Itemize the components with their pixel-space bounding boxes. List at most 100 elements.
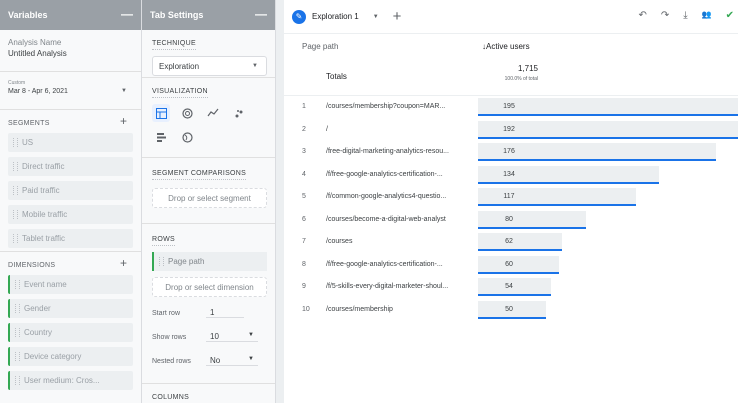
visualization-title: VISUALIZATION [152,88,208,98]
page-path-cell: /courses/become-a-digital-web-analyst [326,215,446,223]
panel-gutter [276,0,284,403]
totals-value: 1,715 [517,64,538,73]
table-row[interactable]: 6/courses/become-a-digital-web-analyst 80 [284,209,738,232]
exploration-canvas: ✎ Exploration 1 ▼ + ↶ ↷ ⤓ 👥 ✔ Page path … [284,0,738,403]
exploration-tab-name[interactable]: Exploration 1 [312,12,359,21]
segment-chip-mobile[interactable]: Mobile traffic [8,205,133,224]
active-users-cell: 192 [503,125,515,133]
row-number: 3 [302,148,306,155]
table-viz-icon[interactable] [152,104,170,122]
analysis-name-field[interactable]: Untitled Analysis [8,49,133,58]
row-number: 8 [302,260,306,268]
row-number: 1 [302,103,306,110]
chevron-down-icon: ▼ [248,356,254,362]
dimension-chip-user-medium[interactable]: User medium: Cros... [8,371,133,390]
columns-title: COLUMNS [152,394,189,403]
tab-settings-title: Tab Settings [150,10,204,20]
add-dimension-button[interactable]: + [120,257,127,269]
check-icon[interactable]: ✔ [726,10,734,21]
nested-rows-select[interactable]: No ▼ [206,356,258,366]
tab-dropdown-icon[interactable]: ▼ [373,14,379,20]
analysis-name-label: Analysis Name [8,38,62,47]
active-users-cell: 117 [503,193,515,200]
table-row[interactable]: 3/free-digital-marketing-analytics-resou… [284,141,738,164]
chevron-down-icon: ▼ [248,332,254,338]
totals-percent: 100.0% of total [504,76,538,82]
technique-section: TECHNIQUE Exploration ▼ [142,30,275,78]
download-icon[interactable]: ⤓ [683,10,687,21]
segment-chip-tablet[interactable]: Tablet traffic [8,229,133,248]
row-chip-page-path[interactable]: Page path [152,252,267,271]
row-number: 2 [302,125,306,133]
page-path-cell: /f/free-google-analytics-certification-.… [326,170,443,178]
dimension-chip-country[interactable]: Country [8,323,133,342]
start-row-input[interactable]: 1 [206,308,244,318]
show-rows-setting: Show rows 10 ▼ [152,329,267,345]
table-row[interactable]: 5/f/common-google-analytics4-questio... 1… [284,186,738,209]
columns-section: COLUMNS [142,384,275,403]
technique-select[interactable]: Exploration ▼ [152,56,267,76]
exploration-tab-bar: ✎ Exploration 1 ▼ + ↶ ↷ ⤓ 👥 ✔ [284,0,738,34]
totals-row: Totals 1,715 100.0% of total [284,56,738,96]
active-users-cell: 195 [503,103,515,110]
table-row[interactable]: 7/courses 62 [284,231,738,254]
dimension-chip-gender[interactable]: Gender [8,299,133,318]
nested-rows-value: No [210,356,221,365]
segment-chip-direct[interactable]: Direct traffic [8,157,133,176]
variables-title: Variables [8,10,48,20]
nested-rows-setting: Nested rows No ▼ [152,353,267,369]
tab-settings-header: Tab Settings — [142,0,275,30]
segment-chip-paid[interactable]: Paid traffic [8,181,133,200]
page-path-cell: / [326,125,328,133]
bar-chart-icon[interactable] [152,128,170,146]
active-users-cell: 80 [505,215,513,223]
collapse-tab-settings-button[interactable]: — [255,8,267,20]
rows-section: ROWS Page path Drop or select dimension … [142,224,275,384]
pencil-icon[interactable]: ✎ [292,9,306,24]
table-row[interactable]: 8/f/free-google-analytics-certification-… [284,254,738,277]
table-row[interactable]: 9/f/5-skills-every-digital-marketer-shou… [284,276,738,299]
table-row[interactable]: 2 / 192 [284,119,738,142]
add-segment-button[interactable]: + [120,115,127,127]
table-row[interactable]: 1/courses/membership?coupon=MAR... 195 [284,96,738,119]
share-icon[interactable]: 👥 [702,10,712,21]
active-users-cell: 176 [503,148,515,155]
page-path-cell: /free-digital-marketing-analytics-resou.… [326,148,449,155]
scatter-plot-icon[interactable] [230,104,248,122]
nested-rows-label: Nested rows [152,357,191,365]
canvas-toolbar: ↶ ↷ ⤓ 👥 ✔ [638,10,734,21]
show-rows-label: Show rows [152,333,187,341]
table-row[interactable]: 10/courses/membership 50 [284,299,738,322]
geo-map-icon[interactable] [178,128,196,146]
row-number: 5 [302,193,306,200]
technique-title: TECHNIQUE [152,40,196,50]
segment-drop-target[interactable]: Drop or select segment [152,188,267,208]
line-chart-icon[interactable] [204,104,222,122]
add-tab-button[interactable]: + [393,9,402,24]
analysis-name-section: Analysis Name Untitled Analysis [0,30,141,72]
page-path-cell: /courses [326,238,353,245]
redo-icon[interactable]: ↷ [661,10,669,21]
table-row[interactable]: 4/f/free-google-analytics-certification-… [284,164,738,187]
date-range-section[interactable]: Custom Mar 8 - Apr 6, 2021 ▼ [0,72,141,110]
dimension-column-header[interactable]: Page path [302,42,338,51]
table-header: Page path ↓Active users [284,34,738,56]
segment-chip-us[interactable]: US [8,133,133,152]
collapse-variables-button[interactable]: — [121,8,133,20]
start-row-label: Start row [152,309,181,317]
show-rows-select[interactable]: 10 ▼ [206,332,258,342]
active-users-cell: 60 [505,260,513,268]
row-drop-target[interactable]: Drop or select dimension [152,277,267,297]
donut-chart-icon[interactable] [178,104,196,122]
row-number: 7 [302,238,306,245]
row-number: 6 [302,215,306,223]
date-dropdown-caret-icon[interactable]: ▼ [121,86,127,96]
dimension-chip-event-name[interactable]: Event name [8,275,133,294]
rows-title: ROWS [152,236,175,246]
active-users-column-header[interactable]: ↓Active users [482,42,530,51]
date-range-value: Mar 8 - Apr 6, 2021 [8,88,68,95]
dimensions-section: DIMENSIONS + Event name Gender Country D… [0,252,141,398]
page-path-cell: /f/common-google-analytics4-questio... [326,193,447,200]
undo-icon[interactable]: ↶ [638,10,646,21]
dimension-chip-device-category[interactable]: Device category [8,347,133,366]
